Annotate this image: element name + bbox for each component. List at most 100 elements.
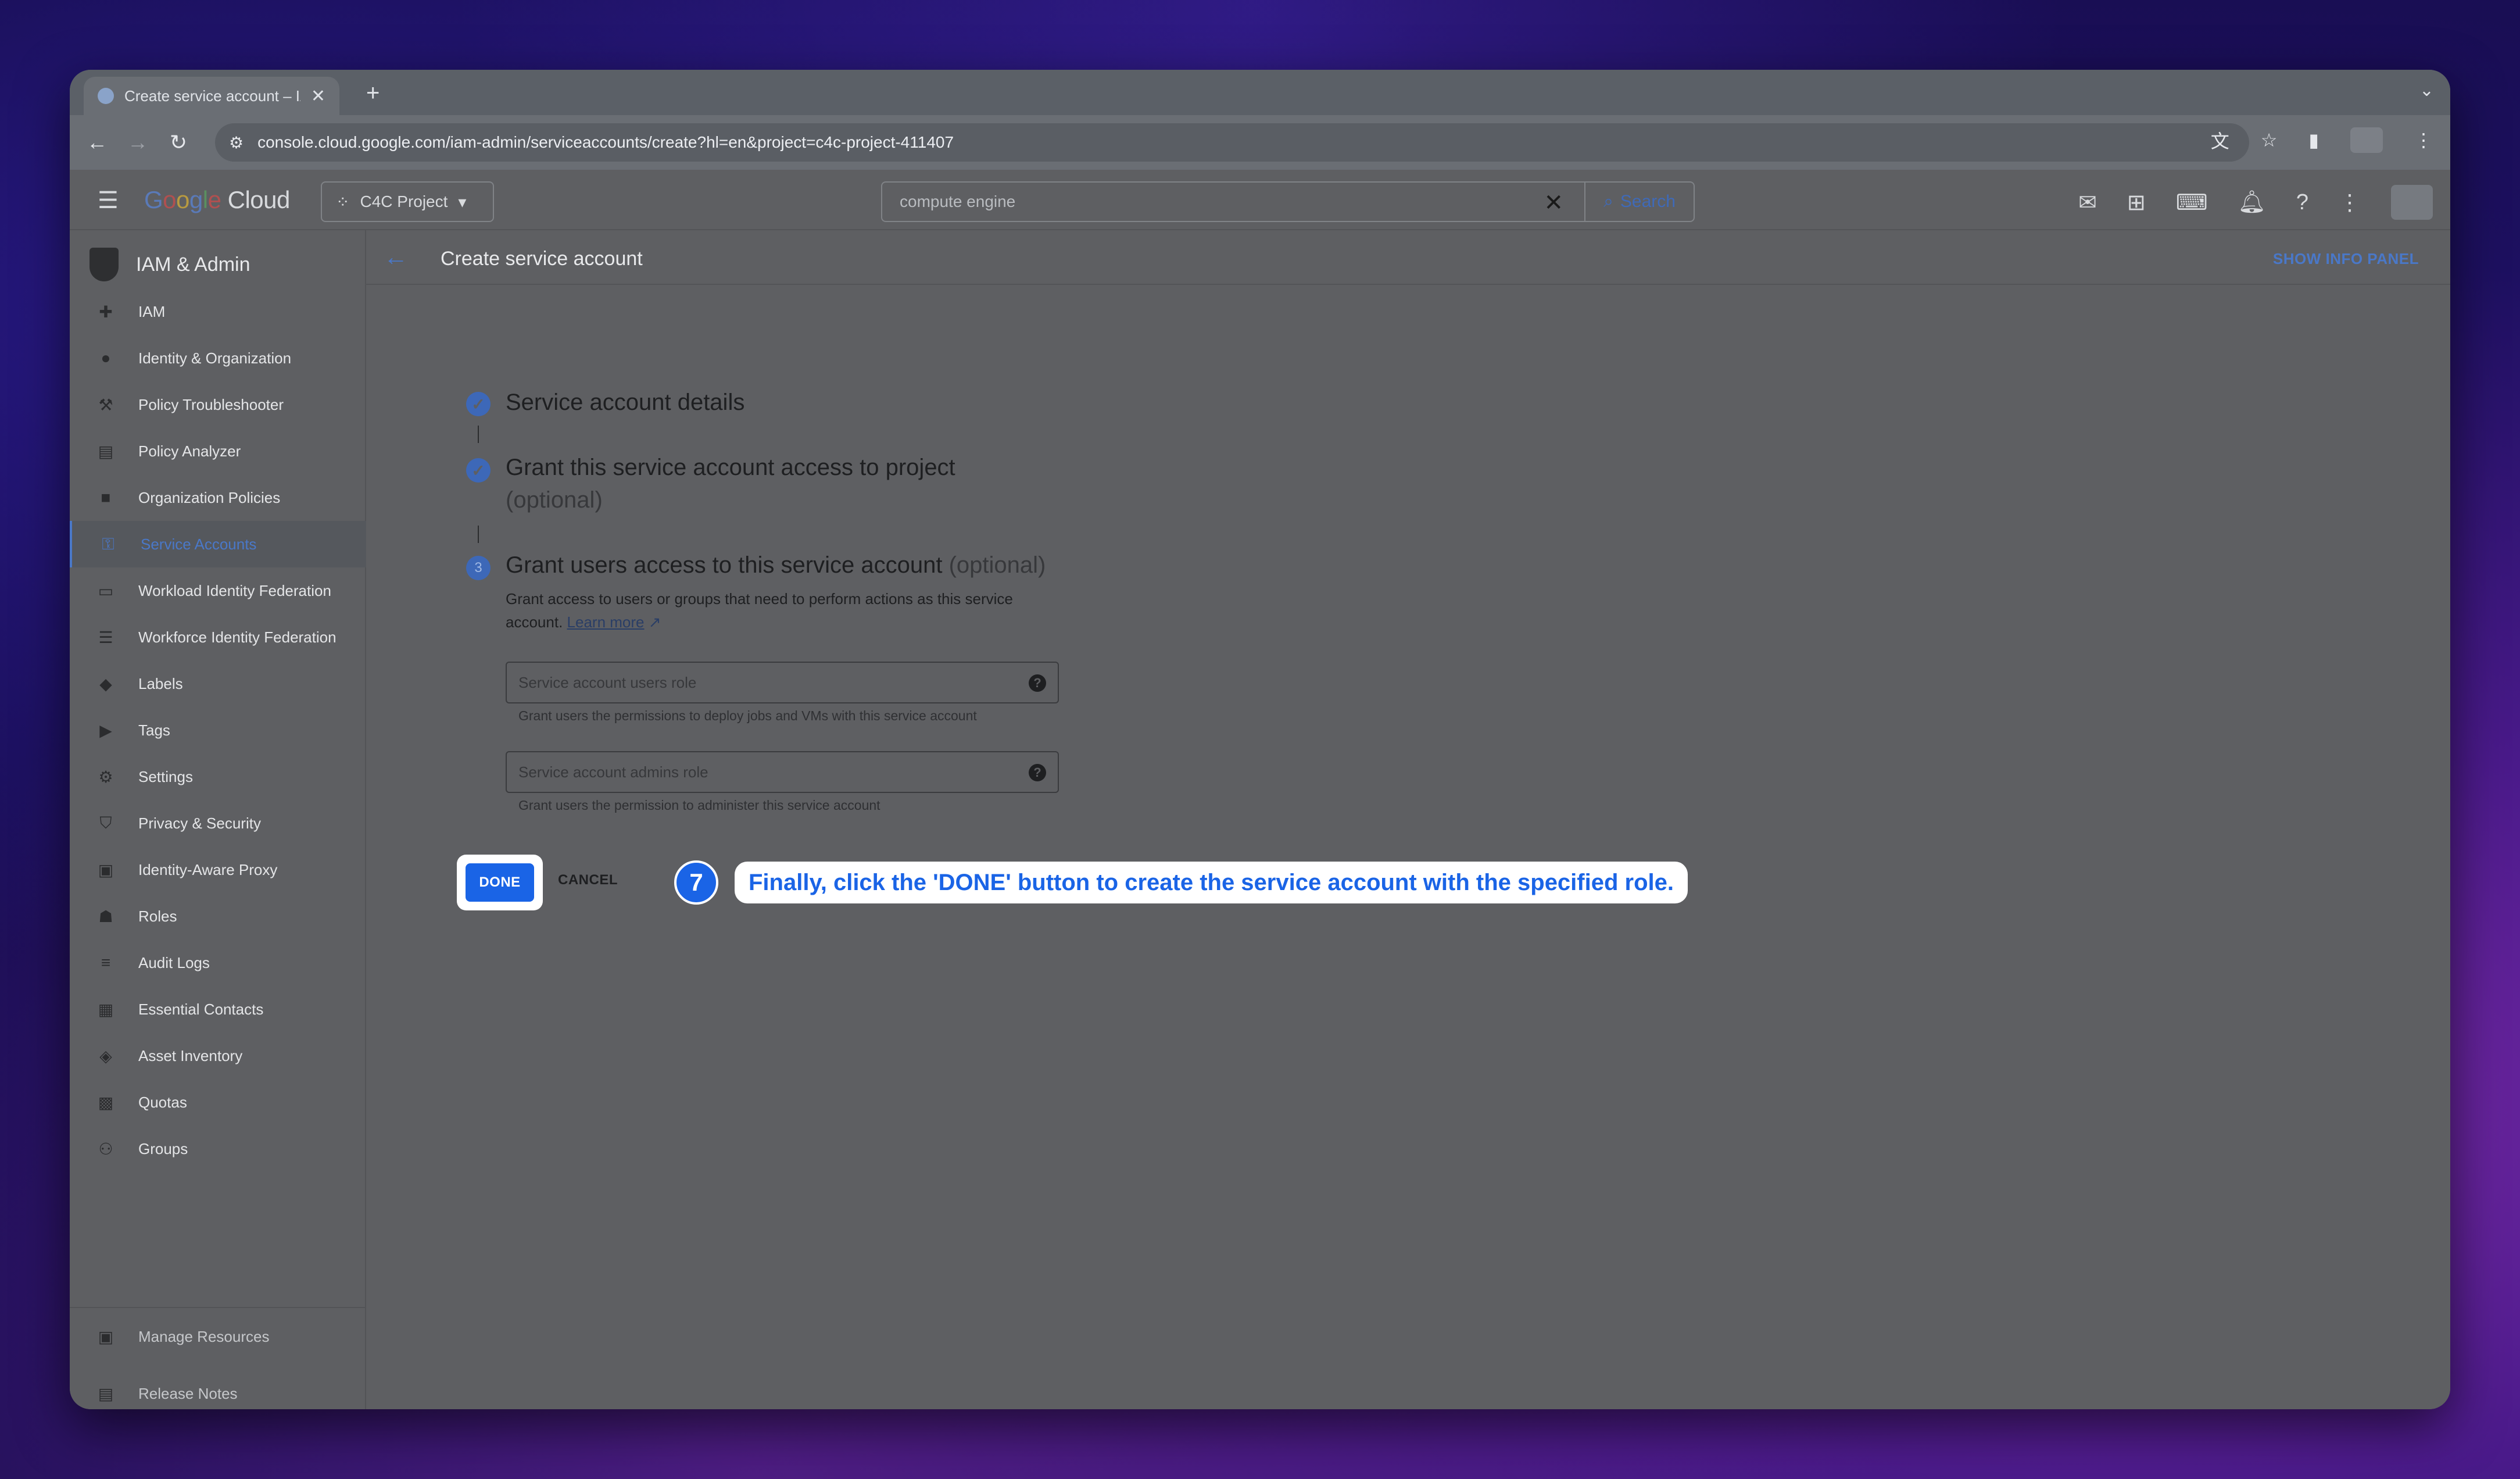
sidebar-item-audit-logs[interactable]: ≡ Audit Logs [70, 939, 366, 986]
sidebar-item-workforce-identity-federation[interactable]: ☰ Workforce Identity Federation [70, 614, 366, 660]
proxy-icon: ▣ [98, 860, 114, 879]
sidebar-item-quotas[interactable]: ▩ Quotas [70, 1079, 366, 1126]
browser-tab[interactable]: Create service account – IAM ✕ [84, 77, 339, 115]
sidebar-bottom: ▣ Manage Resources ▤ Release Notes [70, 1307, 366, 1409]
back-arrow-icon[interactable]: ← [77, 130, 117, 155]
project-selector[interactable]: ⁘ C4C Project ▾ [321, 181, 494, 222]
users-role-field[interactable]: Service account users role ? [506, 662, 1059, 703]
person-add-icon: ✚ [99, 302, 113, 321]
step3-number-badge: 3 [466, 556, 491, 580]
service-account-icon: ⚿ [102, 534, 114, 553]
sidebar-item-service-accounts[interactable]: ⚿ Service Accounts [70, 521, 366, 567]
sidebar-item-essential-contacts[interactable]: ▦ Essential Contacts [70, 986, 366, 1033]
diamond-icon: ◈ [99, 1046, 112, 1065]
sidebar-item-settings[interactable]: ⚙ Settings [70, 753, 366, 800]
users-role-hint: Grant users the permissions to deploy jo… [518, 708, 977, 723]
feedback-icon[interactable]: ✉ [2078, 190, 2097, 216]
admins-role-field[interactable]: Service account admins role ? [506, 751, 1059, 793]
doc-search-icon: ▤ [98, 442, 114, 460]
help-icon[interactable]: ? [1029, 764, 1046, 781]
help-icon[interactable]: ? [2296, 190, 2308, 215]
done-button[interactable]: DONE [466, 863, 534, 902]
step2-title[interactable]: Grant this service account access to pro… [506, 455, 955, 481]
search-input[interactable]: compute engine ✕ [881, 181, 1584, 222]
sidebar-item-release-notes[interactable]: ▤ Release Notes [70, 1365, 366, 1409]
list-box-icon: ■ [101, 488, 111, 506]
translate-icon[interactable]: 文 [2211, 127, 2229, 153]
user-avatar[interactable] [2391, 185, 2433, 220]
done-button-highlight: DONE [457, 855, 543, 910]
gear-icon: ⚙ [98, 767, 113, 786]
google-cloud-logo[interactable]: Google Cloud [144, 186, 290, 214]
hamburger-menu-icon[interactable]: ☰ [98, 187, 119, 214]
users-role-placeholder: Service account users role [518, 673, 697, 691]
sidebar-item-policy-troubleshooter[interactable]: ⚒ Policy Troubleshooter [70, 381, 366, 428]
url-field[interactable]: ⚙ console.cloud.google.com/iam-admin/ser… [215, 123, 2249, 162]
sidebar-header: IAM & Admin [90, 248, 250, 281]
show-info-panel-button[interactable]: SHOW INFO PANEL [2273, 250, 2419, 268]
groups-icon: ⚇ [98, 1139, 113, 1158]
project-tree-icon: ⁘ [336, 192, 350, 211]
label-icon: ◆ [99, 674, 112, 693]
project-name: C4C Project [360, 192, 448, 210]
sidebar-item-identity-aware-proxy[interactable]: ▣ Identity-Aware Proxy [70, 846, 366, 893]
clear-search-icon[interactable]: ✕ [1544, 190, 1563, 216]
shield-icon: ⛉ [99, 813, 112, 832]
bookmark-star-icon[interactable]: ☆ [2261, 129, 2278, 151]
page-title: Create service account [441, 248, 643, 270]
admins-role-placeholder: Service account admins role [518, 763, 708, 781]
sidebar-item-iam[interactable]: ✚ IAM [70, 288, 366, 335]
sidebar-nav: ✚ IAM ● Identity & Organization ⚒ Policy Tr… [70, 288, 366, 1172]
sidebar-item-tags[interactable]: ▶ Tags [70, 707, 366, 753]
forward-arrow-icon[interactable]: → [117, 130, 158, 155]
step3-description: Grant access to users or groups that nee… [506, 590, 1013, 631]
sidebar-item-groups[interactable]: ⚇ Groups [70, 1126, 366, 1172]
search-button[interactable]: ⌕ Search [1584, 181, 1695, 222]
help-icon[interactable]: ? [1029, 674, 1046, 692]
sidebar-item-policy-analyzer[interactable]: ▤ Policy Analyzer [70, 428, 366, 474]
sidebar-item-manage-resources[interactable]: ▣ Manage Resources [70, 1308, 366, 1365]
sidebar-item-roles[interactable]: ☗ Roles [70, 893, 366, 939]
browser-menu-icon[interactable]: ⋮ [2414, 129, 2433, 151]
site-settings-icon[interactable]: ⚙ [229, 133, 244, 152]
tab-favicon-icon [98, 88, 114, 104]
console-header: ☰ Google Cloud ⁘ C4C Project ▾ compute e… [70, 170, 2450, 230]
cancel-button[interactable]: CANCEL [558, 872, 618, 888]
notifications-bell-icon[interactable]: 🔔︎ [2238, 190, 2266, 215]
notes-icon: ▤ [98, 1384, 114, 1403]
search-icon: ⌕ [1603, 192, 1613, 211]
cloud-shell-icon[interactable]: ⌨ [2176, 190, 2208, 216]
page-header: ← Create service account SHOW INFO PANEL [366, 230, 2450, 285]
list-icon: ☰ [98, 628, 113, 646]
sidebar-item-asset-inventory[interactable]: ◈ Asset Inventory [70, 1033, 366, 1079]
sidebar-item-organization-policies[interactable]: ■ Organization Policies [70, 474, 366, 521]
sidebar-item-labels[interactable]: ◆ Labels [70, 660, 366, 707]
side-panel-icon[interactable]: ▮ [2308, 129, 2319, 151]
address-bar: ← → ↻ ⚙ console.cloud.google.com/iam-adm… [70, 115, 2450, 170]
sidebar: IAM & Admin ✚ IAM ● Identity & Organizatio… [70, 230, 366, 1409]
id-card-icon: ▭ [98, 581, 114, 600]
step1-title[interactable]: Service account details [506, 390, 744, 416]
hat-icon: ☗ [98, 907, 113, 926]
step-connector [478, 426, 479, 443]
new-tab-icon[interactable]: + [366, 80, 380, 106]
sidebar-title: IAM & Admin [136, 253, 250, 276]
tab-search-chevron-icon[interactable]: ⌄ [2419, 80, 2434, 101]
sidebar-item-privacy-security[interactable]: ⛉ Privacy & Security [70, 800, 366, 846]
url-text: console.cloud.google.com/iam-admin/servi… [257, 133, 954, 151]
tab-strip: Create service account – IAM ✕ + ⌄ [70, 70, 2450, 115]
lines-icon: ≡ [101, 953, 111, 971]
profile-avatar[interactable] [2350, 127, 2383, 153]
sidebar-item-workload-identity-federation[interactable]: ▭ Workload Identity Federation [70, 567, 366, 614]
tab-close-icon[interactable]: ✕ [311, 86, 325, 106]
gift-icon[interactable]: ⊞ [2127, 190, 2146, 216]
step1-check-icon: ✓ [466, 392, 491, 416]
tab-title: Create service account – IAM [124, 87, 300, 105]
reload-icon[interactable]: ↻ [158, 130, 199, 155]
sidebar-item-identity-organization[interactable]: ● Identity & Organization [70, 335, 366, 381]
tag-icon: ▶ [99, 721, 112, 740]
learn-more-link[interactable]: Learn more [567, 613, 645, 631]
more-options-icon[interactable]: ⋮ [2339, 190, 2361, 216]
browser-window: Create service account – IAM ✕ + ⌄ ← → ↻… [70, 70, 2450, 1409]
back-arrow-icon[interactable]: ← [384, 243, 408, 271]
